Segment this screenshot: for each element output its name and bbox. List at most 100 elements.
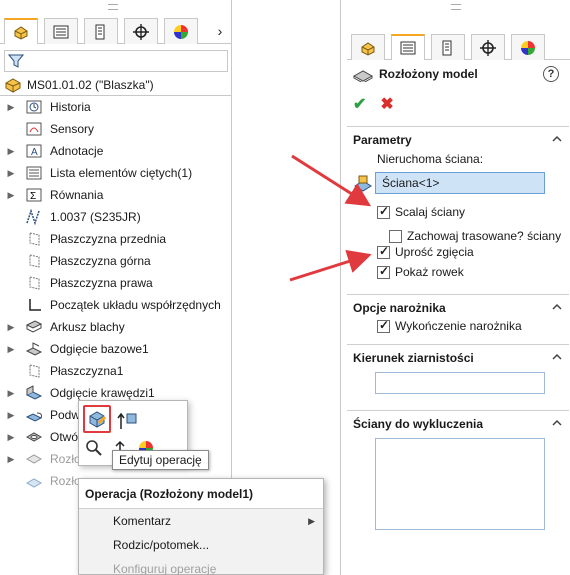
- section-faces-to-exclude-header[interactable]: Ściany do wykluczenia: [347, 411, 569, 437]
- tree-item-label: Początek układu współrzędnych: [50, 298, 221, 312]
- tab-feature-tree[interactable]: [351, 34, 385, 60]
- tab-dimxpert[interactable]: [471, 34, 505, 60]
- tree-item[interactable]: ▶ Arkusz blachy: [0, 316, 232, 338]
- checkbox-label: Wykończenie narożnika: [395, 319, 522, 333]
- tab-feature-tree[interactable]: [4, 18, 38, 44]
- tab-property-manager[interactable]: [44, 18, 78, 44]
- tree-item-label: Odgięcie bazowe1: [50, 342, 149, 356]
- crosshair-icon: [133, 23, 149, 40]
- checkbox-box[interactable]: [377, 244, 390, 259]
- tree-item[interactable]: Płaszczyzna górna: [0, 250, 232, 272]
- panel-grip[interactable]: [451, 4, 461, 10]
- tree-item-label: Sensory: [50, 122, 95, 136]
- history-icon: [24, 98, 44, 116]
- show-slot-checkbox[interactable]: Pokaż rowek: [377, 264, 464, 279]
- fixed-face-selection-box[interactable]: Ściana<1>: [375, 172, 545, 194]
- keep-traced-faces-checkbox[interactable]: Zachowaj trasowane? ściany: [389, 229, 561, 243]
- tree-item-label: Historia: [50, 100, 91, 114]
- expand-arrow-icon[interactable]: ▶: [6, 388, 16, 399]
- expand-arrow-icon[interactable]: ▶: [6, 410, 16, 421]
- tree-item[interactable]: Płaszczyzna prawa: [0, 272, 232, 294]
- tree-item[interactable]: ▶ Σ Równania: [0, 184, 232, 206]
- configuration-icon: [95, 24, 105, 39]
- tree-item-label: Adnotacje: [50, 144, 104, 158]
- expand-arrow-icon[interactable]: ▶: [6, 322, 16, 333]
- zoom-to-selection-icon[interactable]: [85, 439, 103, 457]
- tree-root[interactable]: MS01.01.02 ("Blaszka"): [4, 76, 154, 94]
- menu-item-configure-feature[interactable]: Konfiguruj operację: [79, 557, 323, 575]
- simplify-bends-checkbox[interactable]: Uprość zgięcia: [377, 244, 474, 259]
- tree-item-label: Otwó: [50, 430, 79, 444]
- help-icon[interactable]: ?: [543, 66, 559, 82]
- corner-treatment-checkbox[interactable]: Wykończenie narożnika: [377, 318, 522, 333]
- tab-dimxpert[interactable]: [124, 18, 158, 44]
- expand-arrow-icon[interactable]: ▶: [6, 168, 16, 179]
- tree-item[interactable]: ▶ Odgięcie bazowe1: [0, 338, 232, 360]
- tree-item[interactable]: 1.0037 (S235JR): [0, 206, 232, 228]
- tab-configuration-manager[interactable]: [431, 34, 465, 60]
- menu-item-parent-child[interactable]: Rodzic/potomek...: [79, 533, 323, 557]
- unfold-icon: [24, 450, 44, 468]
- section-grain-direction-header[interactable]: Kierunek ziarnistości: [347, 345, 569, 371]
- section-title: Parametry: [353, 133, 412, 147]
- face-selection-icon: [354, 175, 372, 192]
- tree-item[interactable]: Sensory: [0, 118, 232, 140]
- expand-arrow-icon[interactable]: ▶: [6, 432, 16, 443]
- tree-item[interactable]: ▶ Historia: [0, 96, 232, 118]
- feature-filter[interactable]: [4, 50, 228, 72]
- context-menu: Operacja (Rozłożony model1) Komentarz ▶ …: [78, 478, 324, 575]
- expand-arrow-icon[interactable]: ▶: [6, 146, 16, 157]
- expand-arrow-icon[interactable]: ▶: [6, 344, 16, 355]
- tree-item-label: Płaszczyzna górna: [50, 254, 151, 268]
- feature-tree-icon: [361, 41, 375, 56]
- grain-direction-selection-box[interactable]: [375, 372, 545, 394]
- parent-child-icon[interactable]: [117, 409, 139, 431]
- tree-item[interactable]: ▶ Lista elementów ciętych(1): [0, 162, 232, 184]
- equations-icon: Σ: [24, 186, 44, 204]
- collapse-chevron-icon[interactable]: [551, 133, 563, 145]
- checkbox-label: Pokaż rowek: [395, 265, 464, 279]
- faces-to-exclude-value: [376, 439, 544, 445]
- tree-item-label: Równania: [50, 188, 104, 202]
- menu-item-label: Konfiguruj operację: [113, 562, 217, 575]
- menu-item-comment[interactable]: Komentarz ▶: [79, 509, 323, 533]
- cancel-button[interactable]: ✖: [380, 94, 393, 114]
- tree-item-label: Płaszczyzna1: [50, 364, 124, 378]
- tab-display-manager[interactable]: [164, 18, 198, 44]
- property-manager-title: Rozłożony model: [379, 67, 478, 81]
- tabs-scroll-right-icon[interactable]: ›: [212, 18, 228, 44]
- faces-to-exclude-selection-box[interactable]: [375, 438, 545, 530]
- expand-arrow-icon[interactable]: ▶: [6, 190, 16, 201]
- tree-item[interactable]: ▶ A Adnotacje: [0, 140, 232, 162]
- checkbox-box[interactable]: [389, 229, 402, 243]
- tree-item[interactable]: Płaszczyzna1: [0, 360, 232, 382]
- collapse-chevron-icon[interactable]: [551, 301, 563, 313]
- tree-item[interactable]: Początek układu współrzędnych: [0, 294, 232, 316]
- checkbox-box[interactable]: [377, 318, 390, 333]
- property-manager-header: Rozłożony model: [353, 66, 478, 82]
- tree-item[interactable]: Płaszczyzna przednia: [0, 228, 232, 250]
- expand-arrow-icon[interactable]: ▶: [6, 102, 16, 113]
- section-parametry-header[interactable]: Parametry: [347, 127, 569, 153]
- collapse-chevron-icon[interactable]: [551, 351, 563, 363]
- collapse-chevron-icon[interactable]: [551, 417, 563, 429]
- merge-faces-checkbox[interactable]: Scalaj ściany: [377, 204, 466, 219]
- tree-item-label: Podw: [50, 408, 81, 422]
- filter-icon: [8, 54, 24, 68]
- checkbox-box[interactable]: [377, 264, 390, 279]
- checkbox-label: Scalaj ściany: [395, 205, 466, 219]
- plane-icon: [24, 362, 44, 380]
- panel-grip[interactable]: [108, 4, 118, 10]
- origin-icon: [24, 296, 44, 314]
- tree-item-label: Rozło: [50, 452, 81, 466]
- tree-item-label: Odgięcie krawędzi1: [50, 386, 155, 400]
- expand-arrow-icon[interactable]: ▶: [6, 454, 16, 465]
- tab-configuration-manager[interactable]: [84, 18, 118, 44]
- edit-feature-button[interactable]: [83, 405, 111, 433]
- menu-item-label: Rodzic/potomek...: [113, 538, 210, 552]
- tab-property-manager[interactable]: [391, 34, 425, 60]
- checkbox-box[interactable]: [377, 204, 390, 219]
- ok-button[interactable]: ✔: [353, 94, 366, 114]
- tree-item-label: 1.0037 (S235JR): [50, 210, 141, 224]
- tab-display-manager[interactable]: [511, 34, 545, 60]
